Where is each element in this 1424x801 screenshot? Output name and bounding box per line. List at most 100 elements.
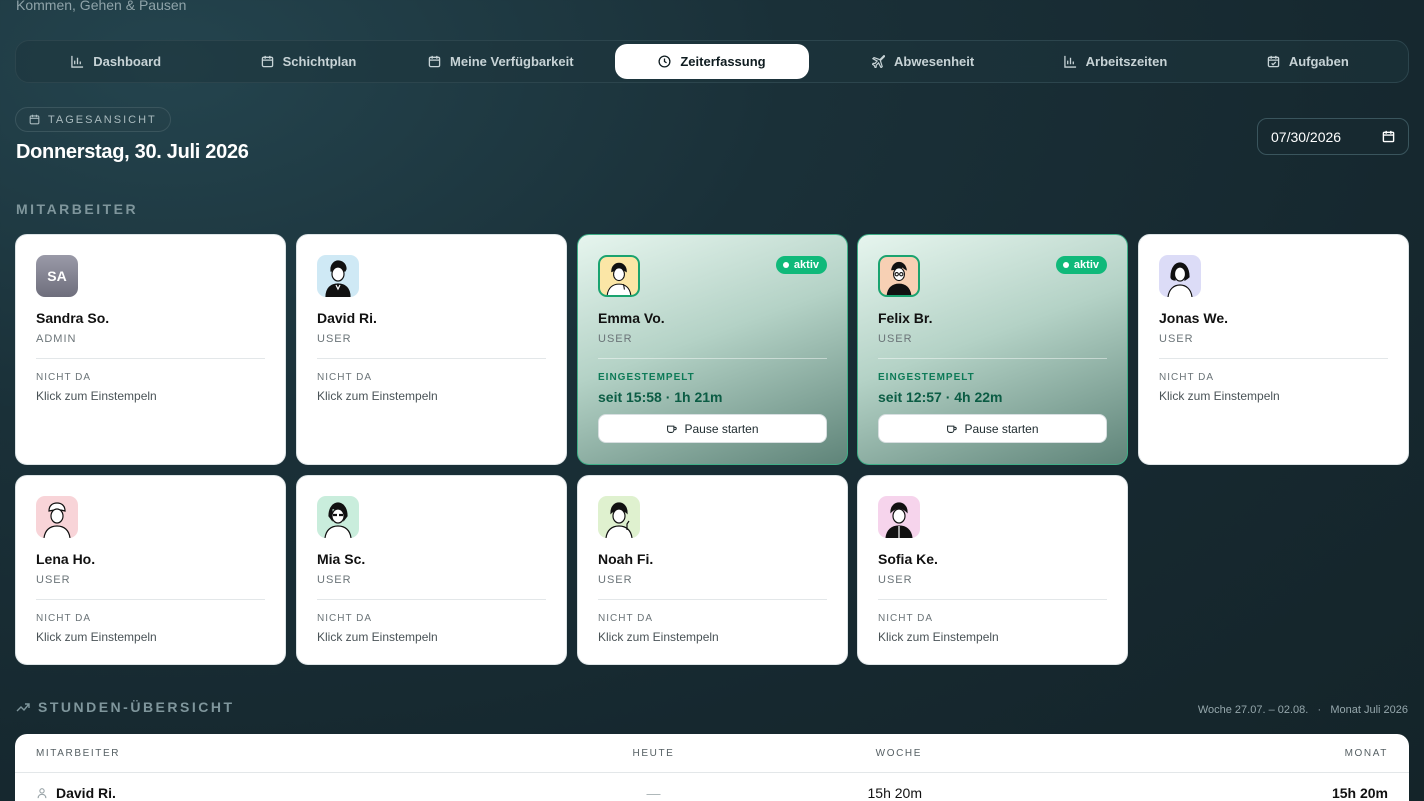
employee-role: USER [317,333,352,345]
tab-label: Arbeitszeiten [1085,54,1168,69]
employee-name: Noah Fi. [598,551,654,567]
cell-month: 15h 20m [1331,785,1388,801]
avatar [36,496,78,538]
tab-aufgaben[interactable]: Aufgaben [1212,44,1404,79]
person-illustration-icon [886,261,912,295]
column-header-month[interactable]: MONAT [922,748,1409,759]
clock-in-hint: Klick zum Einstempeln [878,630,999,644]
section-heading-label: STUNDEN-ÜBERSICHT [38,699,235,715]
employee-name: Emma Vo. [598,310,665,326]
tab-dashboard[interactable]: Dashboard [20,44,212,79]
employee-card[interactable]: David Ri. USER NICHT DA Klick zum Einste… [296,234,567,465]
person-illustration-icon [1167,262,1193,297]
period-info: Woche 27.07. – 02.08. · Monat Juli 2026 [1197,704,1408,716]
tab-verfuegbarkeit[interactable]: Meine Verfügbarkeit [405,44,597,79]
person-illustration-icon [605,502,633,538]
tab-zeiterfassung[interactable]: Zeiterfassung [614,44,809,79]
coffee-cup-icon [947,425,958,433]
person-illustration-icon [324,502,352,538]
cell-week: 15h 20m [867,785,922,801]
tab-label: Schichtplan [282,54,357,69]
employee-card-active[interactable]: aktiv Emma Vo. USER EINGESTEMPELT seit 1… [577,234,848,465]
plane-icon [872,55,886,68]
cell-today: — [646,785,661,801]
employee-role: USER [36,574,71,586]
employee-card[interactable]: Sofia Ke. USER NICHT DA Klick zum Einste… [857,475,1128,665]
divider [317,599,546,600]
status-dot [1062,262,1069,268]
trending-up-icon [16,703,30,712]
status-label: EINGESTEMPELT [878,372,975,383]
avatar [598,255,640,297]
tab-label: Meine Verfügbarkeit [450,54,574,69]
employee-card[interactable]: Noah Fi. USER NICHT DA Klick zum Einstem… [577,475,848,665]
date-picker-input[interactable]: 07/30/2026 [1257,118,1409,155]
tab-schichtplan[interactable]: Schichtplan [212,44,404,79]
tab-label: Dashboard [93,54,162,69]
status-label: NICHT DA [317,613,373,624]
calendar-icon [428,55,441,68]
person-illustration-icon [325,260,351,297]
employee-card[interactable]: Jonas We. USER NICHT DA Klick zum Einste… [1138,234,1409,465]
employee-card[interactable]: Mia Sc. USER NICHT DA Klick zum Einstemp… [296,475,567,665]
clock-in-hint: Klick zum Einstempeln [36,630,157,644]
divider [317,358,546,359]
clock-in-hint: Klick zum Einstempeln [317,389,438,403]
start-pause-button[interactable]: Pause starten [598,414,827,443]
divider [878,358,1107,359]
employee-name: Felix Br. [878,310,933,326]
clock-in-hint: Klick zum Einstempeln [317,630,438,644]
status-label: EINGESTEMPELT [598,372,695,383]
table-row[interactable]: David Ri. — 15h 20m 15h 20m [15,773,1409,801]
cell-employee: David Ri. [15,785,535,801]
calendar-icon[interactable] [1382,130,1395,143]
divider [36,358,265,359]
status-label: NICHT DA [598,613,654,624]
section-heading-employees: MITARBEITER [16,201,139,217]
tab-label: Zeiterfassung [680,54,766,69]
clocked-in-since: seit 12:57 · 4h 22m [878,389,1003,405]
employee-role: USER [598,574,633,586]
employee-name: David Ri. [56,785,116,801]
employee-card[interactable]: SA Sandra So. ADMIN NICHT DA Klick zum E… [15,234,286,465]
column-header-week[interactable]: WOCHE [772,748,922,759]
employee-name: Lena Ho. [36,551,96,567]
person-illustration-icon [606,262,632,295]
avatar: SA [36,255,78,297]
employee-name: Jonas We. [1159,310,1228,326]
tab-arbeitszeiten[interactable]: Arbeitszeiten [1019,44,1211,79]
main-tab-bar: Dashboard Schichtplan Meine Verfügbarkei… [15,40,1409,83]
button-label: Pause starten [684,421,759,436]
column-header-employee[interactable]: MITARBEITER [15,748,535,759]
status-label: NICHT DA [317,372,373,383]
tab-abwesenheit[interactable]: Abwesenheit [827,44,1019,79]
table-header: MITARBEITER HEUTE WOCHE MONAT [15,734,1409,773]
avatar [317,255,359,297]
employee-role: USER [878,574,913,586]
coffee-cup-icon [667,425,678,433]
calendar-icon [261,55,273,68]
employee-card[interactable]: Lena Ho. USER NICHT DA Klick zum Einstem… [15,475,286,665]
divider [36,599,265,600]
view-mode-chip: TAGESANSICHT [15,107,171,132]
employee-role: USER [878,333,913,345]
status-label: NICHT DA [36,613,92,624]
page-title: Donnerstag, 30. Juli 2026 [16,141,249,163]
user-icon [37,788,47,799]
employee-role: USER [598,333,633,345]
status-dot [782,262,789,268]
column-header-today[interactable]: HEUTE [535,748,772,759]
bar-chart-icon [1063,55,1076,68]
section-heading-hours: STUNDEN-ÜBERSICHT [16,699,235,715]
person-illustration-icon [885,502,913,538]
employee-role: ADMIN [36,333,77,345]
status-label: NICHT DA [36,372,92,383]
employee-card-active[interactable]: aktiv Felix Br. USER EINGESTEMPELT seit … [857,234,1128,465]
hours-table: MITARBEITER HEUTE WOCHE MONAT David Ri. … [15,734,1409,801]
bar-chart-icon [71,55,84,68]
start-pause-button[interactable]: Pause starten [878,414,1107,443]
status-badge: aktiv [1055,256,1107,274]
page-subtitle: Kommen, Gehen & Pausen [16,0,187,13]
divider [598,358,827,359]
clock-in-hint: Klick zum Einstempeln [36,389,157,403]
